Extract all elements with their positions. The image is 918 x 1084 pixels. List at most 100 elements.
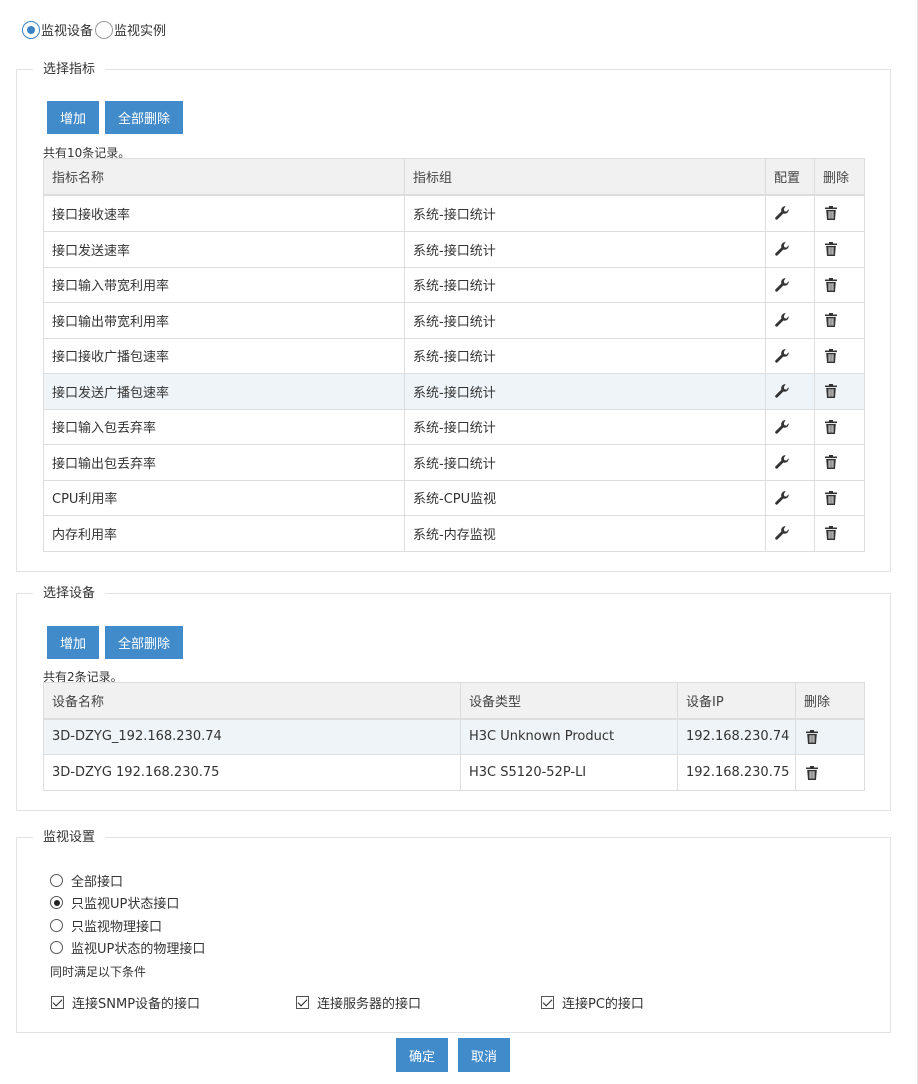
wrench-icon[interactable]	[774, 348, 790, 364]
wrench-icon[interactable]	[774, 277, 790, 293]
checkbox-checked-icon[interactable]	[541, 996, 554, 1009]
wrench-icon[interactable]	[774, 419, 790, 435]
radio-unchecked-icon[interactable]	[50, 919, 63, 932]
device-type-cell: H3C S5120-52P-LI	[460, 754, 678, 791]
monitor-option-up-physical-interfaces[interactable]: 监视UP状态的物理接口	[50, 938, 205, 957]
config-cell	[765, 373, 815, 410]
device-type-cell: H3C Unknown Product	[460, 718, 678, 755]
table-row[interactable]: CPU利用率 系统-CPU监视	[43, 479, 865, 516]
trash-icon[interactable]	[823, 383, 839, 399]
monitor-option-label: 全部接口	[71, 875, 124, 890]
trash-icon[interactable]	[804, 765, 820, 781]
metric-name-cell: 接口发送速率	[43, 231, 405, 268]
table-row[interactable]: 接口接收广播包速率 系统-接口统计	[43, 337, 865, 374]
trash-icon[interactable]	[823, 205, 839, 221]
radio-unchecked-icon[interactable]	[95, 20, 114, 39]
table-row[interactable]: 接口接收速率 系统-接口统计	[43, 194, 865, 232]
table-header-row: 设备名称 设备类型 设备IP 删除	[43, 682, 865, 720]
metric-name-cell: 接口输入包丢弃率	[43, 408, 405, 445]
config-cell	[765, 444, 815, 481]
metrics-delete-all-button[interactable]: 全部删除	[105, 101, 183, 134]
wrench-icon[interactable]	[774, 205, 790, 221]
config-cell	[765, 266, 815, 303]
delete-cell	[814, 266, 865, 303]
mode-option-label: 监视实例	[114, 24, 167, 39]
metric-group-cell: 系统-接口统计	[404, 373, 766, 410]
metric-group-cell: 系统-内存监视	[404, 515, 766, 552]
condition-label: 连接SNMP设备的接口	[72, 997, 201, 1012]
delete-cell	[795, 718, 865, 755]
radio-unchecked-icon[interactable]	[50, 874, 63, 887]
devices-table: 设备名称 设备类型 设备IP 删除 3D-DZYG_192.168.230.74…	[43, 682, 865, 791]
table-header-row: 指标名称 指标组 配置 删除	[43, 158, 865, 196]
trash-icon[interactable]	[823, 490, 839, 506]
condition-pc[interactable]: 连接PC的接口	[541, 993, 644, 1012]
metric-group-cell: 系统-接口统计	[404, 231, 766, 268]
radio-checked-icon[interactable]	[50, 896, 63, 909]
devices-add-button[interactable]: 增加	[47, 626, 99, 659]
column-header-device-ip[interactable]: 设备IP	[677, 682, 796, 720]
monitor-option-up-interfaces[interactable]: 只监视UP状态接口	[50, 893, 179, 912]
monitor-option-label: 只监视物理接口	[71, 920, 163, 935]
config-cell	[765, 408, 815, 445]
table-row[interactable]: 接口输出包丢弃率 系统-接口统计	[43, 444, 865, 481]
devices-delete-all-button[interactable]: 全部删除	[105, 626, 183, 659]
radio-checked-icon[interactable]	[22, 20, 40, 39]
table-row[interactable]: 3D-DZYG_192.168.230.74 H3C Unknown Produc…	[43, 718, 865, 755]
metrics-legend: 选择指标	[33, 62, 106, 78]
table-row[interactable]: 接口发送广播包速率 系统-接口统计	[43, 373, 865, 410]
monitor-option-physical-interfaces[interactable]: 只监视物理接口	[50, 916, 162, 935]
checkbox-checked-icon[interactable]	[51, 996, 64, 1009]
wrench-icon[interactable]	[774, 241, 790, 257]
trash-icon[interactable]	[823, 454, 839, 470]
column-header-device-name[interactable]: 设备名称	[43, 682, 461, 720]
mode-option-device[interactable]: 监视设备	[22, 20, 93, 39]
delete-cell	[814, 408, 865, 445]
table-row[interactable]: 接口输入包丢弃率 系统-接口统计	[43, 408, 865, 445]
trash-icon[interactable]	[823, 419, 839, 435]
wrench-icon[interactable]	[774, 383, 790, 399]
wrench-icon[interactable]	[774, 525, 790, 541]
trash-icon[interactable]	[823, 525, 839, 541]
monitor-option-all-interfaces[interactable]: 全部接口	[50, 871, 123, 890]
column-header-config: 配置	[765, 158, 815, 196]
metric-name-cell: 接口输出包丢弃率	[43, 444, 405, 481]
checkbox-checked-icon[interactable]	[296, 996, 309, 1009]
config-cell	[765, 231, 815, 268]
cancel-button[interactable]: 取消	[458, 1038, 510, 1072]
config-cell	[765, 302, 815, 339]
table-row[interactable]: 3D-DZYG 192.168.230.75 H3C S5120-52P-LI 19…	[43, 754, 865, 791]
devices-legend: 选择设备	[33, 586, 106, 602]
config-cell	[765, 479, 815, 516]
config-cell	[765, 515, 815, 552]
wrench-icon[interactable]	[774, 490, 790, 506]
column-header-metric-group[interactable]: 指标组	[404, 158, 766, 196]
condition-label: 连接PC的接口	[562, 997, 644, 1012]
table-row[interactable]: 接口发送速率 系统-接口统计	[43, 231, 865, 268]
trash-icon[interactable]	[823, 312, 839, 328]
metric-name-cell: 接口发送广播包速率	[43, 373, 405, 410]
trash-icon[interactable]	[823, 241, 839, 257]
table-row[interactable]: 接口输入带宽利用率 系统-接口统计	[43, 266, 865, 303]
ok-button[interactable]: 确定	[396, 1038, 448, 1072]
metric-group-cell: 系统-CPU监视	[404, 479, 766, 516]
condition-server[interactable]: 连接服务器的接口	[296, 993, 421, 1012]
conditions-title: 同时满足以下条件	[50, 965, 147, 979]
trash-icon[interactable]	[823, 277, 839, 293]
trash-icon[interactable]	[804, 729, 820, 745]
wrench-icon[interactable]	[774, 312, 790, 328]
column-header-device-type[interactable]: 设备类型	[460, 682, 678, 720]
mode-option-instance[interactable]: 监视实例	[95, 20, 166, 39]
table-row[interactable]: 内存利用率 系统-内存监视	[43, 515, 865, 552]
device-name-cell: 3D-DZYG_192.168.230.74	[43, 718, 461, 755]
radio-unchecked-icon[interactable]	[50, 941, 63, 954]
trash-icon[interactable]	[823, 348, 839, 364]
delete-cell	[795, 754, 865, 791]
delete-cell	[814, 479, 865, 516]
condition-snmp-device[interactable]: 连接SNMP设备的接口	[51, 993, 200, 1012]
config-cell	[765, 194, 815, 232]
column-header-metric-name[interactable]: 指标名称	[43, 158, 405, 196]
metrics-add-button[interactable]: 增加	[47, 101, 99, 134]
table-row[interactable]: 接口输出带宽利用率 系统-接口统计	[43, 302, 865, 339]
wrench-icon[interactable]	[774, 454, 790, 470]
